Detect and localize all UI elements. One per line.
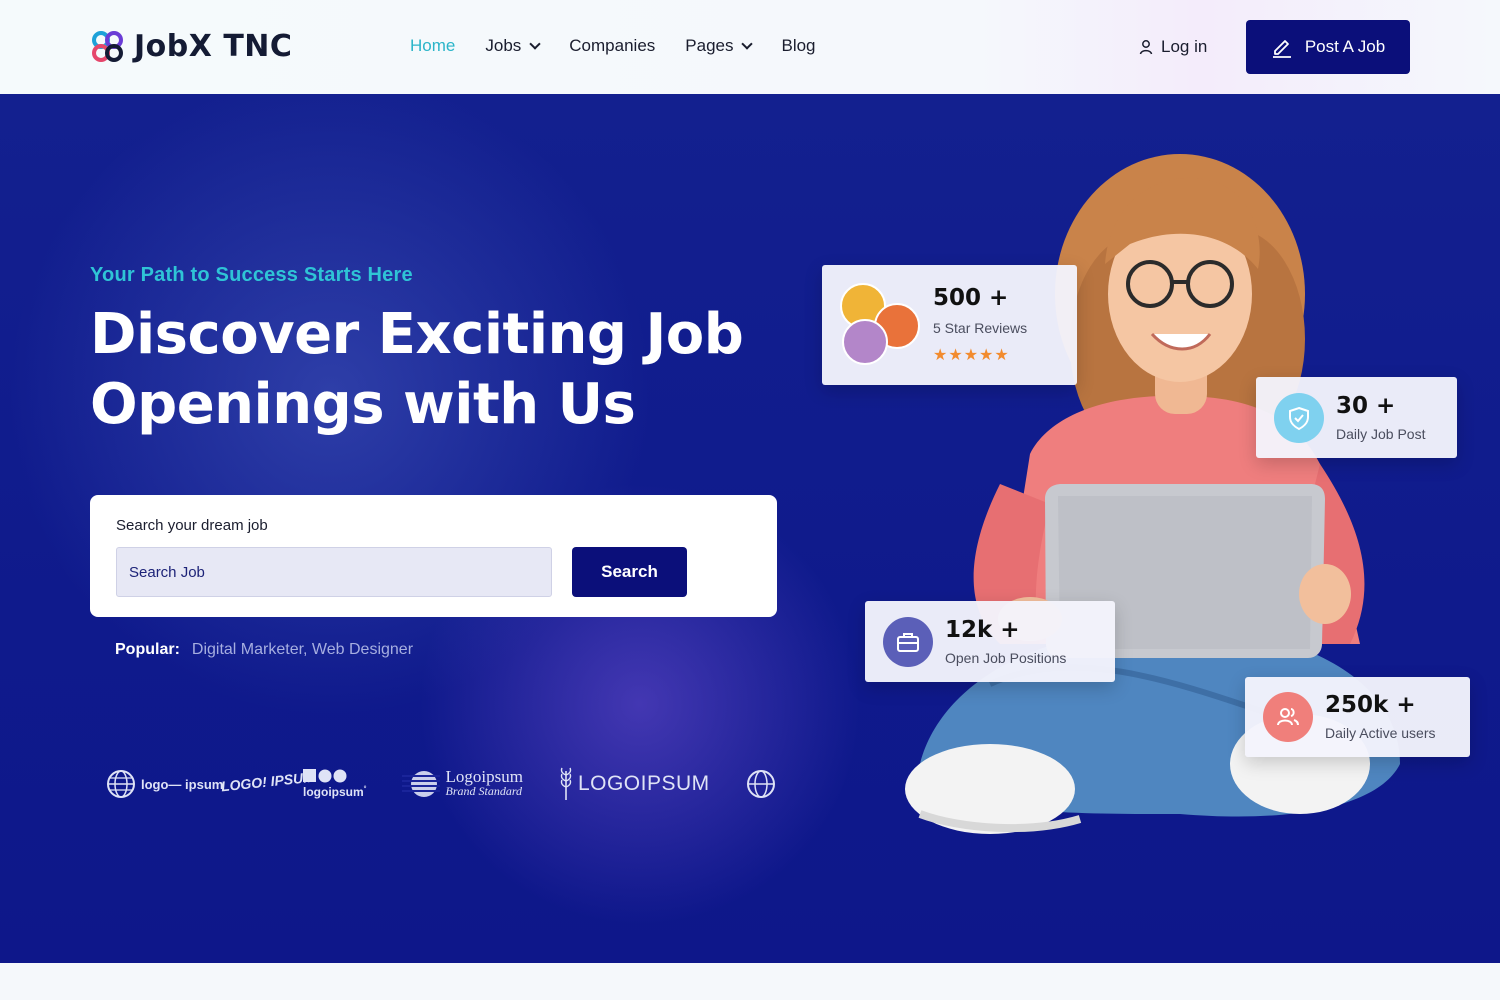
rating-stars: ★★★★★ (933, 347, 1010, 364)
globe-logo-2: logo ipsum (746, 769, 777, 799)
nav-item-home[interactable]: Home (410, 36, 455, 56)
hero-section: Your Path to Success Starts Here Discove… (0, 94, 1500, 963)
stripe-icon (402, 771, 441, 797)
brand-mark-icon (92, 31, 123, 62)
active-users-stat-card: 250k + Daily Active users (1245, 677, 1470, 757)
brand-logos-strip: logo— ipsum LOGO! IPSUM logoipsum° Logoi… (90, 754, 777, 814)
users-icon (1263, 692, 1313, 742)
reviews-stat-card: 500 + 5 Star Reviews ★★★★★ (822, 265, 1077, 385)
search-button[interactable]: Search (572, 547, 687, 597)
globe-icon (746, 770, 775, 798)
user-icon (1139, 40, 1153, 55)
nav-label-blog: Blog (781, 36, 816, 55)
reviews-value: 500 + (933, 285, 1009, 311)
post-job-button[interactable]: Post A Job (1246, 20, 1410, 74)
post-job-label: Post A Job (1304, 37, 1386, 56)
search-button-label: Search (601, 562, 658, 581)
popular-values[interactable]: Digital Marketer, Web Designer (192, 641, 413, 659)
active-users-value: 250k + (1325, 692, 1416, 718)
reviews-label: 5 Star Reviews (933, 320, 1028, 336)
reviewer-avatar (842, 319, 888, 365)
hero-headline: Discover Exciting Job Openings with Us (90, 302, 744, 437)
search-input[interactable] (116, 547, 552, 597)
daily-posts-value: 30 + (1336, 393, 1396, 419)
nav-item-pages[interactable]: Pages (685, 36, 754, 56)
nav-label-pages: Pages (685, 36, 734, 55)
nav-label-companies: Companies (569, 36, 656, 55)
globe-icon (107, 770, 135, 798)
wheat-icon (560, 767, 572, 800)
badge-logo: LOGO! IPSUM (220, 768, 316, 794)
shield-icon (1274, 393, 1324, 443)
nav-item-companies[interactable]: Companies (569, 36, 655, 56)
brand-logo[interactable]: JobX TNC (90, 28, 292, 64)
nav-label-home: Home (410, 36, 456, 55)
login-label: Log in (1161, 37, 1208, 56)
popular-label: Popular: (115, 641, 180, 658)
popular-searches: Popular: Digital Marketer, Web Designer (115, 641, 413, 659)
main-nav: Home Jobs Companies Pages Blog (410, 36, 816, 56)
daily-posts-label: Daily Job Post (1336, 426, 1426, 442)
hero-tagline: Your Path to Success Starts Here (90, 264, 413, 286)
chevron-down-icon (529, 38, 541, 50)
page-bottom-strip (0, 963, 1500, 1000)
globe-logo: logo— ipsum (106, 769, 223, 799)
daily-posts-stat-card: 30 + Daily Job Post (1256, 377, 1457, 458)
nav-label-jobs: Jobs (485, 36, 522, 55)
open-positions-label: Open Job Positions (945, 650, 1067, 666)
chevron-down-icon (741, 38, 754, 50)
brand-name: JobX TNC (134, 28, 293, 64)
stripe-logo: Logoipsum Brand Standard (402, 768, 523, 799)
search-label: Search your dream job (116, 517, 268, 534)
open-positions-value: 12k + (945, 617, 1020, 643)
nav-item-jobs[interactable]: Jobs (485, 36, 541, 56)
pencil-icon (1272, 40, 1291, 58)
briefcase-icon (883, 617, 933, 667)
open-positions-stat-card: 12k + Open Job Positions (865, 601, 1115, 682)
wheat-logo: LOGOIPSUM (559, 767, 710, 801)
login-link[interactable]: Log in (1138, 37, 1207, 57)
active-users-label: Daily Active users (1325, 725, 1436, 741)
nav-item-blog[interactable]: Blog (781, 36, 815, 56)
site-header: JobX TNC Home Jobs Companies Pages Blog … (0, 0, 1500, 94)
search-card: Search your dream job Search (90, 495, 777, 617)
